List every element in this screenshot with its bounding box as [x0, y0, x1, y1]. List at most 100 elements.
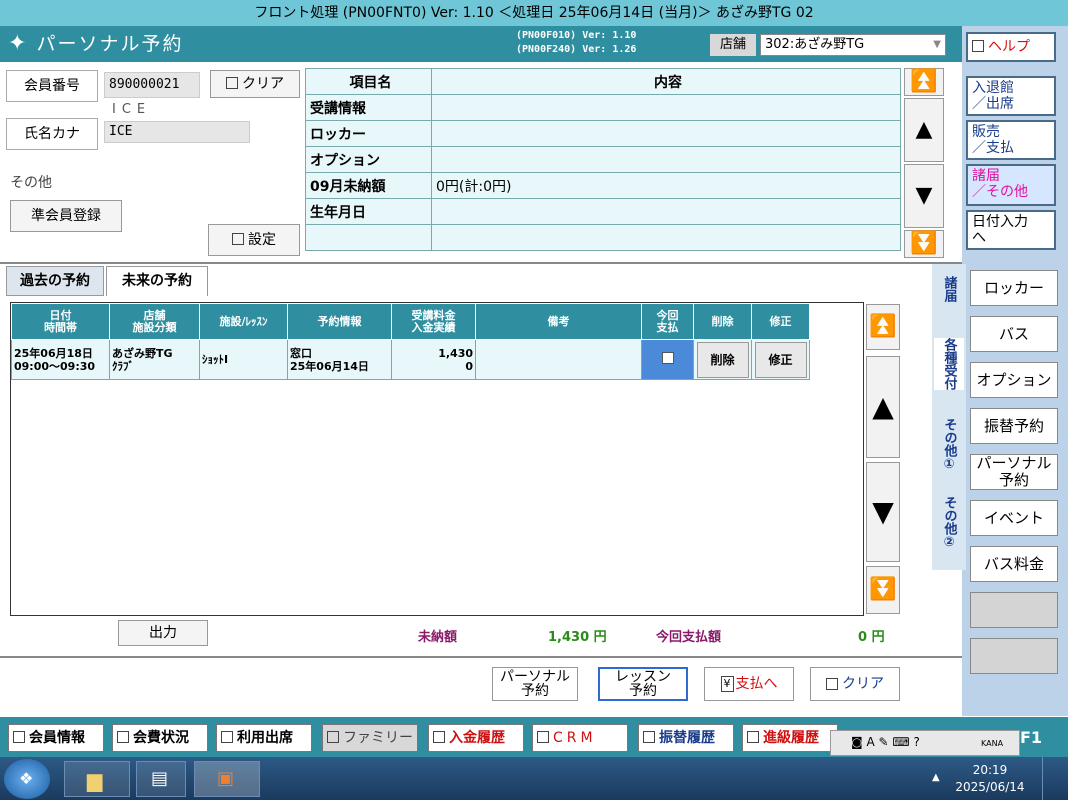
cell-delete: 削除	[693, 339, 752, 380]
list-scroll-down-button[interactable]: ▼	[866, 462, 900, 562]
info-header-content: 内容	[431, 68, 901, 95]
name-kana-label: 氏名カナ	[6, 118, 98, 150]
option-button[interactable]: オプション	[970, 362, 1058, 398]
fee-status-button[interactable]: 会費状況	[112, 724, 208, 752]
sales-button[interactable]: 販売 ／支払	[966, 120, 1056, 160]
col-pay-line2: 支払	[656, 320, 679, 334]
delete-button[interactable]: 削除	[696, 341, 749, 378]
name-kana-field[interactable]: ICE	[104, 121, 250, 143]
transfer-reservation-button[interactable]: 振替予約	[970, 408, 1058, 444]
member-number-field[interactable]: 890000021	[104, 72, 200, 98]
event-button[interactable]: イベント	[970, 500, 1058, 536]
ime-kana-label: KANA	[981, 739, 1004, 748]
date-input-label-1: 日付入力	[972, 214, 1028, 230]
chevron-down-icon: ▼	[933, 39, 941, 50]
entry-exit-button[interactable]: 入退館 ／出席	[966, 76, 1056, 116]
notice-other-button[interactable]: 諸届 ／その他	[966, 164, 1056, 206]
side-tab-other1[interactable]: その他①	[934, 418, 964, 472]
list-scroll-up-button[interactable]: ▲	[866, 356, 900, 458]
version-line-1: (PN00F010) Ver: 1.10	[516, 30, 637, 41]
app-taskbar-item-2[interactable]: ▣	[194, 761, 260, 797]
member-name-display: ICE	[112, 102, 152, 117]
table-row	[305, 224, 901, 251]
payment-history-button[interactable]: 入金履歴	[428, 724, 524, 752]
promotion-history-button[interactable]: 進級履歴	[742, 724, 838, 752]
col-fee: 受講料金 入金実績	[391, 303, 476, 340]
crm-label: CRM	[553, 730, 597, 746]
clear-all-label: クリア	[842, 676, 884, 692]
tab-future-reservations[interactable]: 未来の予約	[106, 266, 208, 296]
personal-label-1: パーソナル	[500, 669, 570, 685]
store-label: 店舗	[710, 34, 756, 56]
settings-button[interactable]: 設定	[208, 224, 300, 256]
list-scroll-top-button[interactable]: ⏫	[866, 304, 900, 350]
start-button[interactable]: ❖	[4, 759, 50, 799]
member-clear-button[interactable]: クリア	[210, 70, 300, 98]
ime-toolbar[interactable]: ◙ A ✎ ⌨ ? KANA	[830, 730, 1020, 756]
col-pay: 今回 支払	[641, 303, 694, 340]
family-button[interactable]: ファミリー	[322, 724, 418, 752]
table-row: 受講情報	[305, 94, 901, 121]
col-note: 備考	[475, 303, 642, 340]
tray-arrow-icon[interactable]: ▲	[932, 772, 940, 783]
personal-reservation-label: パーソナル 予約	[500, 670, 570, 698]
personal-reservation-menu-button[interactable]: パーソナル予約	[970, 454, 1058, 490]
sales-label-2: ／支払	[972, 140, 1014, 156]
clear-all-button[interactable]: クリア	[810, 667, 900, 701]
to-payment-button[interactable]: ¥ 支払へ	[704, 667, 794, 701]
clear-icon	[226, 77, 238, 89]
reservation-table-container: 日付 時間帯 店舗 施設分類 施設/ﾚｯｽﾝ 予約情報 受講料金 入金実績 備考 今回…	[10, 302, 864, 616]
unpaid-label: 未納額	[418, 630, 458, 645]
col-date-line1: 日付	[49, 308, 72, 322]
settings-label: 設定	[248, 232, 276, 248]
bus-button[interactable]: バス	[970, 316, 1058, 352]
side-tab-notice[interactable]: 諸届	[934, 276, 964, 302]
edit-button[interactable]: 修正	[754, 341, 807, 378]
info-scroll-up-button[interactable]: ▲	[904, 98, 944, 162]
up-icon: ▲	[915, 117, 933, 142]
info-key: 生年月日	[305, 198, 432, 225]
side-tab-reception[interactable]: 各種受付	[934, 338, 964, 390]
list-scroll-bottom-button[interactable]: ⏬	[866, 566, 900, 614]
sub-member-register-button[interactable]: 準会員登録	[10, 200, 122, 232]
table-row: ロッカー	[305, 120, 901, 147]
transfer-history-button[interactable]: 振替履歴	[638, 724, 734, 752]
table-row[interactable]: 25年06月18日 09:00～09:30 あざみ野TG ｸﾗﾌﾞ ｼｮｯﾄⅠ 窓口…	[11, 339, 810, 380]
empty-menu-button-1[interactable]	[970, 592, 1058, 628]
cell-fee-text: 1,430	[438, 346, 473, 360]
info-key: オプション	[305, 146, 432, 173]
personal-reservation-button[interactable]: パーソナル 予約	[492, 667, 578, 701]
member-info-button[interactable]: 会員情報	[8, 724, 104, 752]
info-scroll-bottom-button[interactable]: ⏬	[904, 230, 944, 258]
empty-menu-button-2[interactable]	[970, 638, 1058, 674]
info-value	[431, 224, 901, 251]
help-icon	[972, 40, 984, 52]
date-input-button[interactable]: 日付入力 へ	[966, 210, 1056, 250]
yen-icon: ¥	[720, 676, 734, 692]
store-select[interactable]: 302:あざみ野TG ▼	[760, 34, 946, 56]
member-clear-label: クリア	[242, 76, 284, 92]
locker-button[interactable]: ロッカー	[970, 270, 1058, 306]
version-line-2: (PN00F240) Ver: 1.26	[516, 44, 637, 55]
help-button[interactable]: ヘルプ	[966, 32, 1056, 62]
table-row: オプション	[305, 146, 901, 173]
explorer-taskbar-item[interactable]: ▆	[64, 761, 130, 797]
table-row: 09月未納額 0円(計:0円)	[305, 172, 901, 199]
cell-paid-text: 0	[465, 359, 473, 373]
crm-button[interactable]: CRM	[532, 724, 628, 752]
info-scroll-top-button[interactable]: ⏫	[904, 68, 944, 96]
tab-past-reservations[interactable]: 過去の予約	[6, 266, 104, 296]
info-scroll-down-button[interactable]: ▼	[904, 164, 944, 228]
attendance-button[interactable]: 利用出席	[216, 724, 312, 752]
transfer-history-label: 振替履歴	[659, 730, 715, 746]
cell-date-text: 25年06月18日	[14, 346, 93, 360]
clock[interactable]: 20:19 2025/06/14	[950, 762, 1030, 796]
show-desktop-button[interactable]	[1042, 757, 1068, 800]
lesson-reservation-button[interactable]: レッスン 予約	[598, 667, 688, 701]
app-taskbar-item[interactable]: ▤	[136, 761, 186, 797]
side-tab-other2[interactable]: その他②	[934, 496, 964, 550]
bus-fee-button[interactable]: バス料金	[970, 546, 1058, 582]
folder-icon: ▆	[87, 768, 103, 792]
output-button[interactable]: 出力	[118, 620, 208, 646]
pay-checkbox[interactable]	[661, 352, 674, 364]
